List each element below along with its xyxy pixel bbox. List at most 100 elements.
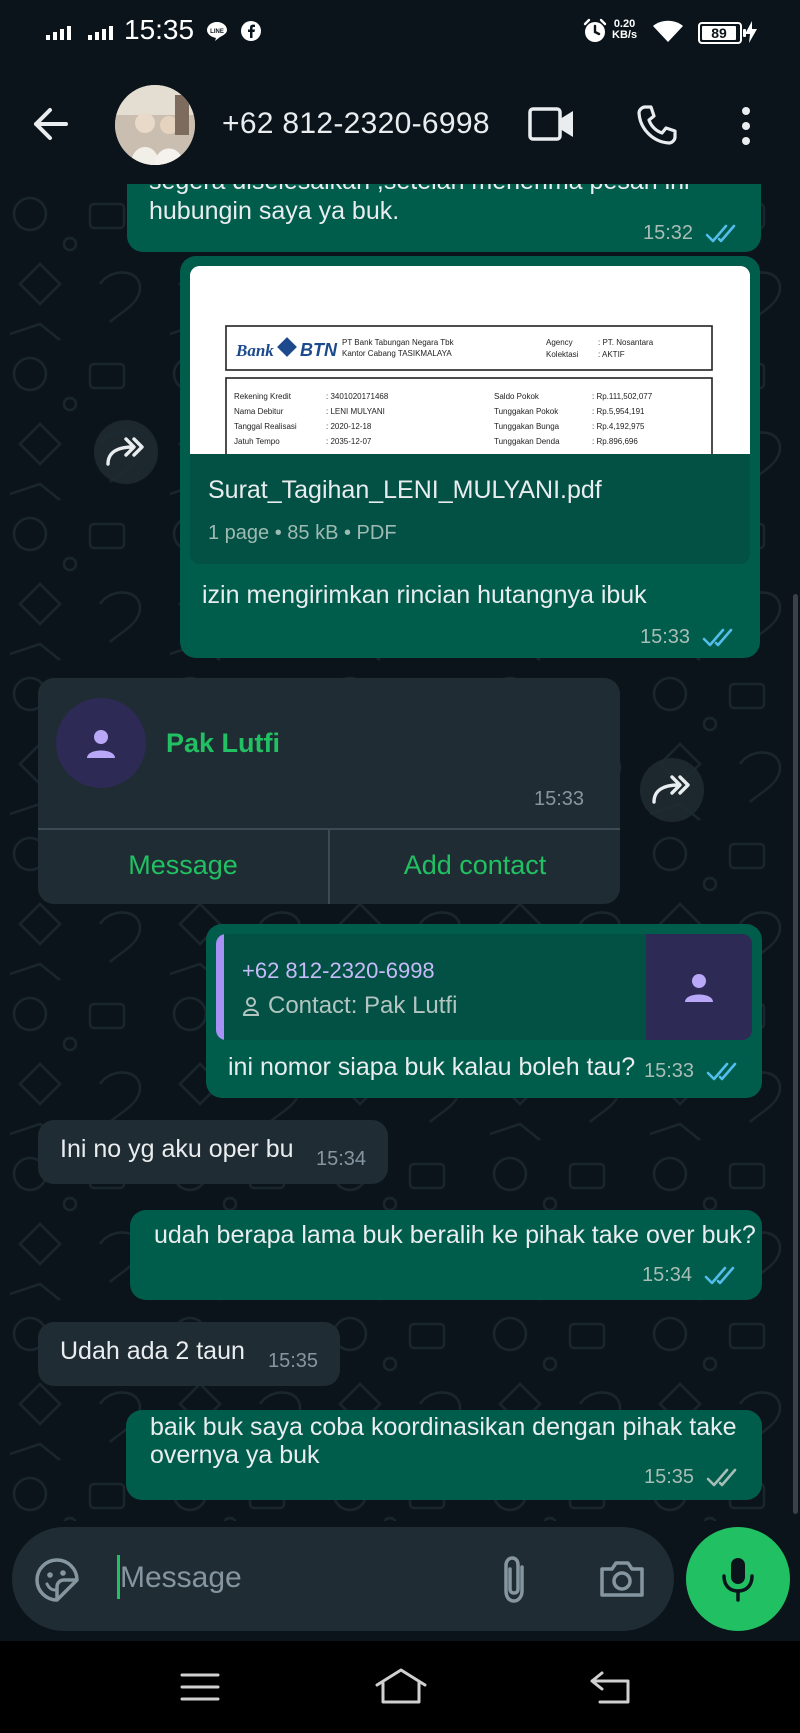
pdf-table-cell: : 2035-12-07: [326, 437, 372, 446]
scrollbar[interactable]: [793, 594, 798, 1514]
outgoing-message[interactable]: baik buk saya coba koordinasikan dengan …: [126, 1410, 762, 1500]
svg-text:PT Bank Tabungan Negara Tbk: PT Bank Tabungan Negara Tbk: [342, 338, 455, 347]
pdf-table-cell: : Rp.5,954,191: [592, 407, 645, 416]
message-composer: Message: [0, 1521, 800, 1641]
message-time: 15:34: [316, 1148, 367, 1170]
svg-text:BTN: BTN: [300, 340, 338, 360]
signal-icon: [88, 24, 113, 40]
read-ticks-icon: [705, 224, 736, 243]
message-time: 15:35: [268, 1350, 319, 1372]
charging-icon: [745, 21, 757, 43]
battery-indicator: 89: [698, 22, 746, 44]
message-input[interactable]: Message: [120, 1561, 242, 1595]
message-contact-button[interactable]: Message: [38, 850, 328, 881]
outgoing-document-message[interactable]: Bank BTN PT Bank Tabungan Negara Tbk Kan…: [180, 256, 760, 658]
pdf-table-cell: Tunggakan Pokok: [494, 407, 559, 416]
quoted-contact-thumbnail: [646, 934, 752, 1040]
pdf-table-cell: Tunggakan Bunga: [494, 422, 560, 431]
signal-icon: [46, 24, 71, 40]
line-app-icon: LINE: [207, 22, 227, 41]
message-text: overnya ya buk: [150, 1441, 320, 1469]
add-contact-button[interactable]: Add contact: [330, 850, 620, 881]
home-icon[interactable]: [374, 1667, 428, 1705]
message-time: 15:35: [644, 1466, 695, 1488]
incoming-contact-card[interactable]: Pak Lutfi 15:33 Message Add contact: [38, 678, 620, 904]
alarm-icon: [583, 18, 607, 42]
back-nav-icon[interactable]: [588, 1669, 634, 1705]
phone-icon[interactable]: [636, 104, 678, 146]
pdf-info[interactable]: Surat_Tagihan_LENI_MULYANI.pdf 1 page • …: [190, 454, 750, 564]
forward-button[interactable]: [94, 420, 158, 484]
outgoing-message[interactable]: segera diselesaikan ,setelah menerima pe…: [127, 184, 761, 252]
svg-text:: AKTIF: : AKTIF: [598, 350, 625, 359]
pdf-table-cell: Tanggal Realisasi: [234, 422, 297, 431]
pdf-file-meta: 1 page • 85 kB • PDF: [208, 522, 397, 544]
forward-button[interactable]: [640, 758, 704, 822]
person-icon: [685, 974, 713, 1002]
pdf-file-name: Surat_Tagihan_LENI_MULYANI.pdf: [208, 476, 602, 504]
network-speed: 0.20 KB/s: [612, 18, 638, 41]
svg-text:Bank: Bank: [235, 341, 274, 360]
pdf-table-cell: : 3401020171468: [326, 392, 389, 401]
message-time: 15:32: [643, 222, 694, 244]
message-text: ini nomor siapa buk kalau boleh tau?: [228, 1053, 636, 1081]
message-time: 15:34: [642, 1264, 693, 1286]
pdf-table-cell: Saldo Pokok: [494, 392, 540, 401]
quote-accent-bar: [216, 934, 224, 1040]
contact-card-name: Pak Lutfi: [166, 728, 281, 758]
message-time: 15:33: [534, 788, 585, 810]
outgoing-message[interactable]: udah berapa lama buk beralih ke pihak ta…: [130, 1210, 762, 1300]
pdf-table-cell: Nama Debitur: [234, 407, 284, 416]
pdf-table-cell: : Rp.896,696: [592, 437, 638, 446]
message-time: 15:33: [644, 1060, 695, 1082]
contact-small-icon: [242, 997, 260, 1016]
back-arrow-icon[interactable]: [30, 106, 70, 142]
pdf-table-cell: : LENI MULYANI: [326, 407, 385, 416]
paperclip-icon[interactable]: [498, 1555, 532, 1605]
video-call-icon[interactable]: [528, 105, 576, 143]
pdf-table-cell: Rekening Kredit: [234, 392, 292, 401]
chat-header: +62 812-2320-6998: [0, 62, 800, 184]
svg-text:Kolektasi: Kolektasi: [546, 350, 579, 359]
message-text: udah berapa lama buk beralih ke pihak ta…: [154, 1221, 756, 1249]
person-icon: [87, 730, 115, 758]
facebook-icon: [241, 21, 261, 41]
message-text: segera diselesaikan ,setelah menerima pe…: [149, 184, 690, 196]
contact-card-avatar: [56, 698, 146, 788]
incoming-message[interactable]: Udah ada 2 taun 15:35: [38, 1322, 340, 1386]
read-ticks-icon: [706, 1062, 737, 1081]
more-vertical-icon[interactable]: [740, 106, 752, 146]
pdf-table-cell: Tunggakan Denda: [494, 437, 560, 446]
quoted-contact[interactable]: +62 812-2320-6998 Contact: Pak Lutfi: [216, 934, 752, 1040]
status-bar: 15:35 LINE 0.20 KB/s 89: [0, 0, 800, 62]
wifi-icon: [653, 20, 683, 42]
svg-text:LINE: LINE: [210, 29, 224, 35]
contact-name[interactable]: +62 812-2320-6998: [222, 107, 490, 141]
forward-icon: [106, 437, 144, 466]
forward-icon: [652, 775, 690, 804]
quoted-subtitle: Contact: Pak Lutfi: [268, 992, 458, 1019]
svg-text:: PT. Nosantara: : PT. Nosantara: [598, 338, 654, 347]
read-ticks-icon: [702, 628, 733, 647]
pdf-table-cell: Jatuh Tempo: [234, 437, 280, 446]
sticker-icon[interactable]: [34, 1557, 80, 1603]
outgoing-reply-message[interactable]: +62 812-2320-6998 Contact: Pak Lutfi ini…: [206, 924, 762, 1098]
pdf-table-cell: : Rp.4,192,975: [592, 422, 645, 431]
read-ticks-icon: [704, 1266, 735, 1285]
message-text: Udah ada 2 taun: [60, 1337, 245, 1365]
camera-icon[interactable]: [598, 1559, 646, 1599]
pdf-preview[interactable]: Bank BTN PT Bank Tabungan Negara Tbk Kan…: [190, 266, 750, 454]
pdf-table-cell: : Rp.111,502,077: [592, 392, 653, 401]
microphone-icon: [722, 1558, 754, 1602]
contact-avatar[interactable]: [115, 85, 195, 165]
incoming-message[interactable]: Ini no yg aku oper bu 15:34: [38, 1120, 388, 1184]
pdf-table-cell: : 2020-12-18: [326, 422, 372, 431]
message-text: baik buk saya coba koordinasikan dengan …: [150, 1413, 737, 1441]
chat-area[interactable]: segera diselesaikan ,setelah menerima pe…: [0, 184, 800, 1521]
message-text: hubungin saya ya buk.: [149, 197, 400, 225]
recent-apps-icon[interactable]: [180, 1671, 220, 1703]
message-input-container[interactable]: Message: [12, 1527, 674, 1631]
delivered-ticks-icon: [706, 1468, 737, 1487]
quoted-number: +62 812-2320-6998: [242, 958, 435, 983]
voice-message-button[interactable]: [686, 1527, 790, 1631]
